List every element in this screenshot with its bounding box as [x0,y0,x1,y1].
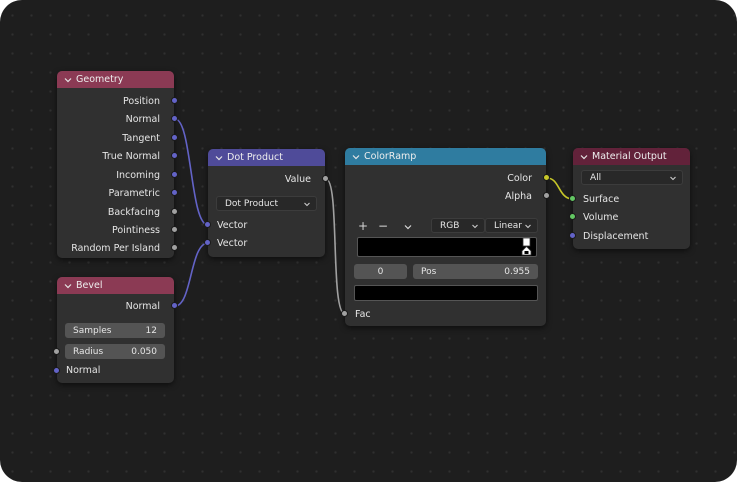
link-normal-to-vector [174,118,209,226]
bevel-node-header[interactable]: Bevel [57,277,174,294]
incoming-socket[interactable] [171,171,178,178]
material-output-input-volume: Volume [583,211,619,223]
samples-field[interactable]: Samples 12 [65,323,165,338]
displacement-input-socket[interactable] [569,232,576,239]
dot-product-node[interactable]: Dot Product Value Dot Product Vector Vec… [204,149,329,257]
color-ramp-input-fac: Fac [355,308,371,320]
material-output-node-title: Material Output [592,151,667,162]
surface-input-socket[interactable] [569,195,576,202]
geometry-output-normal: Normal [125,113,160,125]
geometry-output-parametric: Parametric [108,187,160,199]
radius-field[interactable]: Radius 0.050 [65,344,165,359]
material-output-input-displacement: Displacement [583,230,649,242]
parametric-socket[interactable] [171,189,178,196]
collapse-chevron-icon[interactable] [351,152,361,162]
chevron-down-icon [304,202,310,206]
material-output-node[interactable]: Material Output All Surface Volume Displ… [569,148,690,249]
collapse-chevron-icon[interactable] [214,153,224,163]
true-normal-socket[interactable] [171,152,178,159]
color-output-socket[interactable] [543,174,550,181]
geometry-output-tangent: Tangent [122,132,160,144]
dot-product-input-vector-2: Vector [217,237,248,249]
color-ramp-node[interactable]: ColorRamp Color Alpha + − RGB Linear 0 P… [341,148,550,326]
geometry-node-header[interactable]: Geometry [57,71,174,88]
dot-product-node-header[interactable]: Dot Product [208,149,325,166]
target-dropdown[interactable]: All [581,170,683,185]
bevel-input-normal: Normal [66,364,101,376]
link-bevel-normal-to-vector [174,242,209,307]
dot-product-input-vector-1: Vector [217,219,248,231]
color-ramp-output-alpha: Alpha [504,190,532,202]
volume-input-socket[interactable] [569,213,576,220]
geometry-node-title: Geometry [76,74,124,85]
material-output-node-header[interactable]: Material Output [573,148,690,165]
geometry-output-position: Position [123,95,160,107]
collapse-chevron-icon[interactable] [63,281,73,291]
geometry-output-random-per-island: Random Per Island [71,242,160,254]
bevel-node[interactable]: Bevel Normal Samples 12 Radius 0.050 Nor… [53,277,178,383]
fac-input-socket[interactable] [341,310,348,317]
backfacing-socket[interactable] [171,208,178,215]
color-stop-handle-icon[interactable] [520,238,534,256]
normal-socket[interactable] [171,115,178,122]
color-ramp-node-header[interactable]: ColorRamp [345,148,546,165]
stop-position-field[interactable]: Pos 0.955 [413,264,538,279]
value-output-socket[interactable] [322,175,329,182]
chevron-down-icon [670,176,676,180]
dot-product-output-value: Value [284,173,311,185]
chevron-down-icon [525,224,531,228]
ramp-menu-chevron-icon[interactable] [403,222,413,232]
active-stop-index-field[interactable]: 0 [354,264,407,279]
remove-stop-button[interactable]: − [376,219,390,233]
alpha-output-socket[interactable] [543,192,550,199]
dot-product-node-title: Dot Product [227,152,283,163]
collapse-chevron-icon[interactable] [63,75,73,85]
geometry-output-incoming: Incoming [116,169,160,181]
geometry-output-true-normal: True Normal [102,150,160,162]
material-output-input-surface: Surface [583,193,620,205]
geometry-node[interactable]: Geometry Position Normal Tangent True No… [57,71,178,258]
collapse-chevron-icon[interactable] [579,152,589,162]
bevel-node-title: Bevel [76,280,103,291]
chevron-down-icon [472,224,478,228]
bevel-normal-input-socket[interactable] [53,367,60,374]
geometry-output-pointiness: Pointiness [112,224,160,236]
position-socket[interactable] [171,97,178,104]
pointiness-socket[interactable] [171,226,178,233]
tangent-socket[interactable] [171,134,178,141]
geometry-output-backfacing: Backfacing [107,206,160,218]
vector-1-input-socket[interactable] [204,221,211,228]
link-value-to-fac [325,178,346,315]
add-stop-button[interactable]: + [356,219,370,233]
node-editor[interactable]: Geometry Position Normal Tangent True No… [0,0,737,482]
color-ramp-output-color: Color [507,172,532,184]
bevel-normal-output-socket[interactable] [171,302,178,309]
random-per-island-socket[interactable] [171,244,178,251]
color-ramp-node-title: ColorRamp [364,151,417,162]
color-mode-dropdown[interactable]: RGB [431,218,485,233]
interpolation-dropdown[interactable]: Linear [485,218,538,233]
stop-color-swatch[interactable] [354,285,538,301]
bevel-output-normal: Normal [125,300,160,312]
radius-input-socket[interactable] [53,348,60,355]
color-ramp-gradient[interactable] [357,237,537,257]
vector-2-input-socket[interactable] [204,239,211,246]
operation-dropdown[interactable]: Dot Product [216,196,317,211]
